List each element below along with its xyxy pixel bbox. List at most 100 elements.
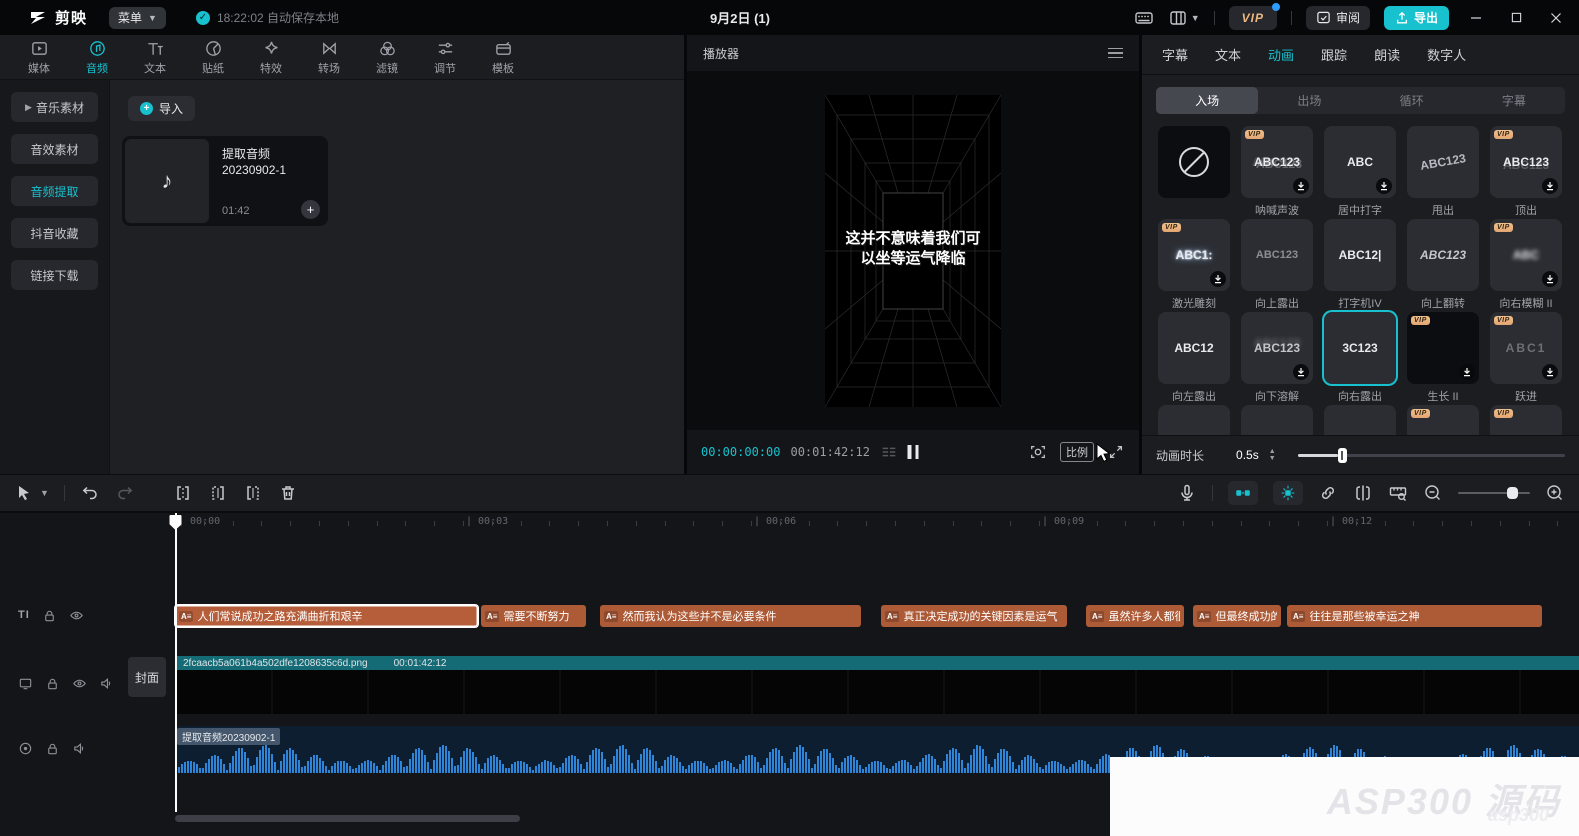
tab-animation[interactable]: 动画 <box>1268 45 1294 64</box>
anim-tile-partial-0[interactable] <box>1156 405 1232 435</box>
zoom-in-icon[interactable] <box>1545 483 1565 503</box>
import-button[interactable]: + 导入 <box>128 96 195 121</box>
chevron-down-icon[interactable]: ▼ <box>40 488 49 498</box>
audio-clip-card[interactable]: ♪ 提取音频 20230902-1 01:42 + <box>122 136 328 226</box>
delete-left-icon[interactable] <box>208 483 228 503</box>
text-clip[interactable]: A≡虽然许多人都很努力 <box>1086 605 1184 627</box>
tab-sticker[interactable]: 贴纸 <box>184 39 242 76</box>
tab-text[interactable]: 文本 <box>126 39 184 76</box>
preview-axis-split-icon[interactable] <box>1353 483 1373 503</box>
close-button[interactable] <box>1543 5 1569 31</box>
anim-tile-向下溶解[interactable]: ABC123向下溶解 <box>1239 312 1315 401</box>
undo-icon[interactable] <box>80 483 100 503</box>
horizontal-scrollbar[interactable] <box>175 815 520 822</box>
anim-tile-生长 II[interactable]: VIP生长 II <box>1405 312 1481 401</box>
sidebar-item-audio-extract[interactable]: 音频提取 <box>11 176 98 206</box>
anim-tile-跃进[interactable]: ABC1VIP跃进 <box>1488 312 1564 401</box>
cover-button[interactable]: 封面 <box>128 657 166 697</box>
sidebar-item-douyin-favorites[interactable]: 抖音收藏 <box>11 218 98 248</box>
segment-caption-animation[interactable]: 字幕 <box>1463 87 1565 114</box>
tab-text-style[interactable]: 文本 <box>1215 45 1241 64</box>
playhead-line[interactable] <box>175 513 177 812</box>
eye-icon[interactable] <box>72 676 87 691</box>
tab-caption[interactable]: 字幕 <box>1162 45 1188 64</box>
anim-tile-partial-3[interactable]: VIP <box>1405 405 1481 435</box>
main-track-magnet-toggle[interactable] <box>1228 481 1258 505</box>
timeline-zoom-slider[interactable] <box>1458 492 1530 495</box>
playhead-handle[interactable] <box>169 514 182 531</box>
anim-tile-打字机IV[interactable]: ABC12|打字机IV <box>1322 219 1398 308</box>
review-button[interactable]: 审阅 <box>1306 6 1370 30</box>
segment-in-animation[interactable]: 入场 <box>1156 87 1258 114</box>
text-clip[interactable]: A≡然而我认为这些并不是必要条件 <box>600 605 861 627</box>
text-clip[interactable]: A≡人们常说成功之路充满曲折和艰辛 <box>175 605 478 627</box>
split-clip-icon[interactable] <box>173 483 193 503</box>
text-clip[interactable]: A≡需要不断努力 <box>481 605 586 627</box>
eye-icon[interactable] <box>69 608 84 623</box>
auto-snap-toggle[interactable] <box>1273 481 1303 505</box>
tab-filters[interactable]: 滤镜 <box>358 39 416 76</box>
tab-audio[interactable]: 音频 <box>68 39 126 76</box>
redo-icon[interactable] <box>115 483 135 503</box>
anim-tile-激光雕刻[interactable]: ABC1:VIP激光雕刻 <box>1156 219 1232 308</box>
tab-effects[interactable]: 特效 <box>242 39 300 76</box>
clip-list-icon[interactable] <box>880 443 898 461</box>
tab-read-aloud[interactable]: 朗读 <box>1374 45 1400 64</box>
anim-tile-向右模糊 II[interactable]: ABCVIP向右模糊 II <box>1488 219 1564 308</box>
text-clip[interactable]: A≡但最终成功的人 <box>1193 605 1281 627</box>
sidebar-item-sound-effects[interactable]: 音效素材 <box>11 134 98 164</box>
tab-transitions[interactable]: 转场 <box>300 39 358 76</box>
delete-clip-icon[interactable] <box>278 483 298 503</box>
anim-tile-向左露出[interactable]: ABC12向左露出 <box>1156 312 1232 401</box>
vip-button[interactable]: VIP <box>1229 6 1277 30</box>
tab-media[interactable]: 媒体 <box>10 39 68 76</box>
sidebar-item-link-download[interactable]: 链接下载 <box>11 260 98 290</box>
maximize-button[interactable] <box>1503 5 1529 31</box>
slider-handle[interactable] <box>1338 448 1347 463</box>
tab-templates[interactable]: 模板 <box>474 39 532 76</box>
menu-button[interactable]: 菜单▼ <box>109 7 166 29</box>
speaker-icon[interactable] <box>72 741 87 756</box>
segment-out-animation[interactable]: 出场 <box>1258 87 1360 114</box>
record-voiceover-icon[interactable] <box>1177 483 1197 503</box>
animation-grid-scroll[interactable]: ABC123VIP呐喊声波ABC居中打字ABC123甩出ABC123VIP顶出A… <box>1142 116 1579 435</box>
step-up-icon[interactable]: ▲ <box>1269 449 1276 455</box>
anim-tile-向上露出[interactable]: ABC123向上露出 <box>1239 219 1315 308</box>
aspect-ratio-button[interactable]: 比例 <box>1060 442 1094 462</box>
lock-icon[interactable] <box>45 676 60 691</box>
pause-button[interactable] <box>908 445 919 459</box>
lock-icon[interactable] <box>42 608 57 623</box>
link-clips-icon[interactable] <box>1318 483 1338 503</box>
tab-digital-human[interactable]: 数字人 <box>1427 45 1466 64</box>
anim-tile-none[interactable] <box>1156 126 1232 215</box>
speaker-icon[interactable] <box>99 676 114 691</box>
anim-tile-partial-4[interactable]: VIP <box>1488 405 1564 435</box>
tab-tracking[interactable]: 跟踪 <box>1321 45 1347 64</box>
text-clip[interactable]: A≡往往是那些被幸运之神 <box>1287 605 1542 627</box>
preview-quality-icon[interactable] <box>1029 443 1047 461</box>
delete-right-icon[interactable] <box>243 483 263 503</box>
duration-stepper[interactable]: ▲▼ <box>1269 449 1276 462</box>
anim-tile-向上翻转[interactable]: ABC123向上翻转 <box>1405 219 1481 308</box>
text-clip[interactable]: A≡真正决定成功的关键因素是运气 <box>881 605 1067 627</box>
zoom-out-icon[interactable] <box>1423 483 1443 503</box>
lock-icon[interactable] <box>45 741 60 756</box>
anim-tile-居中打字[interactable]: ABC居中打字 <box>1322 126 1398 215</box>
video-clip[interactable]: 2fcaacb5a061b4a502dfe1208635c6d.png 00:0… <box>175 656 1579 670</box>
sidebar-item-music[interactable]: ▶音乐素材 <box>11 92 98 122</box>
anim-tile-partial-1[interactable] <box>1239 405 1315 435</box>
layout-switch-button[interactable]: ▼ <box>1168 8 1200 28</box>
step-down-icon[interactable]: ▼ <box>1269 456 1276 462</box>
anim-tile-甩出[interactable]: ABC123甩出 <box>1405 126 1481 215</box>
add-to-timeline-button[interactable]: + <box>301 200 320 219</box>
video-clip-filmstrip[interactable] <box>175 670 1579 714</box>
select-tool-icon[interactable] <box>14 483 34 503</box>
anim-tile-partial-2[interactable] <box>1322 405 1398 435</box>
tab-adjust[interactable]: 调节 <box>416 39 474 76</box>
player-menu-icon[interactable] <box>1108 45 1123 62</box>
preview-ruler-icon[interactable] <box>1388 483 1408 503</box>
zoom-slider-handle[interactable] <box>1507 487 1518 499</box>
export-button[interactable]: 导出 <box>1384 6 1449 30</box>
segment-loop-animation[interactable]: 循环 <box>1361 87 1463 114</box>
shortcut-keyboard-icon[interactable] <box>1134 8 1154 28</box>
